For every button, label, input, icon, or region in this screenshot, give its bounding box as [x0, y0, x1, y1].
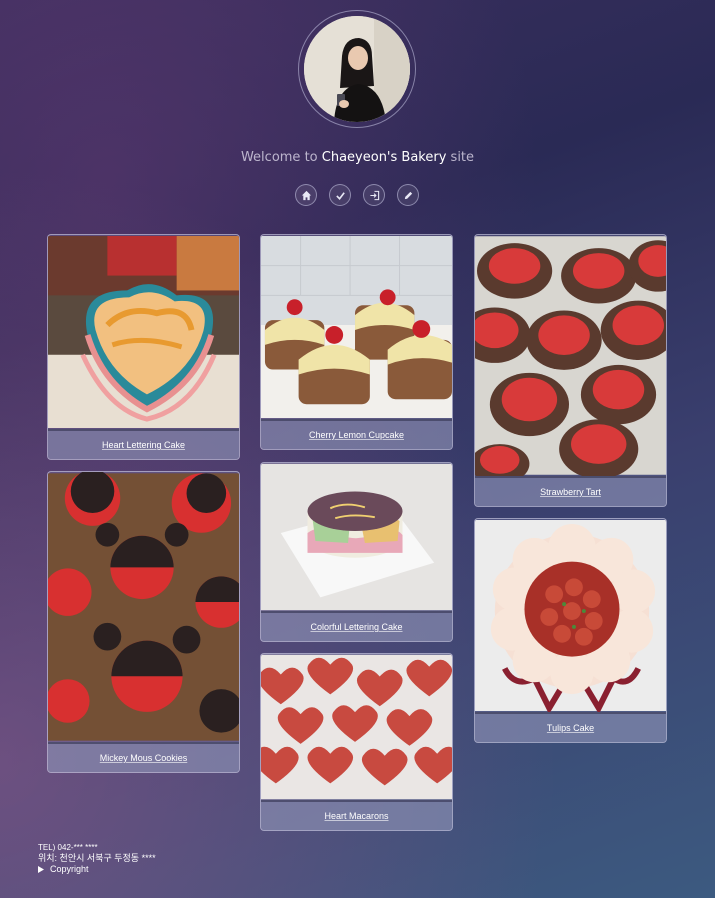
copyright-label: Copyright	[50, 864, 89, 874]
card-colorful-lettering-cake[interactable]: Colorful Lettering Cake	[260, 462, 453, 642]
card-label[interactable]: Colorful Lettering Cake	[310, 622, 402, 632]
home-icon	[301, 190, 311, 200]
card-caption: Heart Lettering Cake	[48, 429, 239, 459]
edit-icon	[404, 191, 412, 199]
card-caption: Cherry Lemon Cupcake	[261, 419, 452, 449]
check-icon	[335, 191, 345, 200]
play-icon	[38, 866, 44, 873]
mickey-mous-cookies-image	[48, 472, 239, 741]
tulips-cake-image	[475, 520, 666, 712]
card-label[interactable]: Heart Macarons	[324, 811, 388, 821]
heart-macarons-image	[261, 654, 452, 800]
cherry-lemon-cupcake-image	[261, 235, 452, 419]
strawberry-tart-image	[475, 236, 666, 476]
profile-avatar[interactable]	[304, 16, 410, 122]
card-mickey-mous-cookies[interactable]: Mickey Mous Cookies	[47, 471, 240, 773]
card-caption: Colorful Lettering Cake	[261, 611, 452, 641]
footer-copyright[interactable]: Copyright	[38, 864, 156, 875]
card-label[interactable]: Strawberry Tart	[540, 487, 601, 497]
footer: TEL) 042-*** **** 위치: 천안시 서북구 두정동 **** C…	[38, 842, 156, 875]
login-button[interactable]	[363, 184, 385, 206]
nav-icon-bar	[295, 184, 419, 206]
card-label[interactable]: Tulips Cake	[547, 723, 594, 733]
card-caption: Heart Macarons	[261, 800, 452, 830]
card-caption: Mickey Mous Cookies	[48, 742, 239, 772]
welcome-suffix: site	[450, 150, 475, 165]
footer-tel: TEL) 042-*** ****	[38, 843, 98, 852]
card-label[interactable]: Mickey Mous Cookies	[100, 753, 188, 763]
profile-photo	[304, 16, 410, 122]
heart-lettering-cake-image	[48, 236, 239, 428]
card-label[interactable]: Cherry Lemon Cupcake	[309, 430, 404, 440]
welcome-text: Welcome to Chaeyeon's Bakery site	[0, 150, 715, 165]
card-heart-lettering-cake[interactable]: Heart Lettering Cake	[47, 234, 240, 460]
card-tulips-cake[interactable]: Tulips Cake	[474, 518, 667, 743]
colorful-lettering-cake-image	[261, 463, 452, 611]
brand-name: Chaeyeon's Bakery	[321, 150, 447, 165]
check-button[interactable]	[329, 184, 351, 206]
card-strawberry-tart[interactable]: Strawberry Tart	[474, 234, 667, 507]
login-icon	[369, 190, 379, 200]
footer-location: 위치: 천안시 서북구 두정동 ****	[38, 853, 156, 863]
card-caption: Tulips Cake	[475, 712, 666, 742]
card-cherry-lemon-cupcake[interactable]: Cherry Lemon Cupcake	[260, 234, 453, 450]
home-button[interactable]	[295, 184, 317, 206]
card-label[interactable]: Heart Lettering Cake	[102, 440, 185, 450]
edit-button[interactable]	[397, 184, 419, 206]
card-heart-macarons[interactable]: Heart Macarons	[260, 653, 453, 831]
profile-avatar-ring	[298, 10, 416, 128]
card-caption: Strawberry Tart	[475, 476, 666, 506]
welcome-prefix: Welcome to	[240, 150, 318, 165]
